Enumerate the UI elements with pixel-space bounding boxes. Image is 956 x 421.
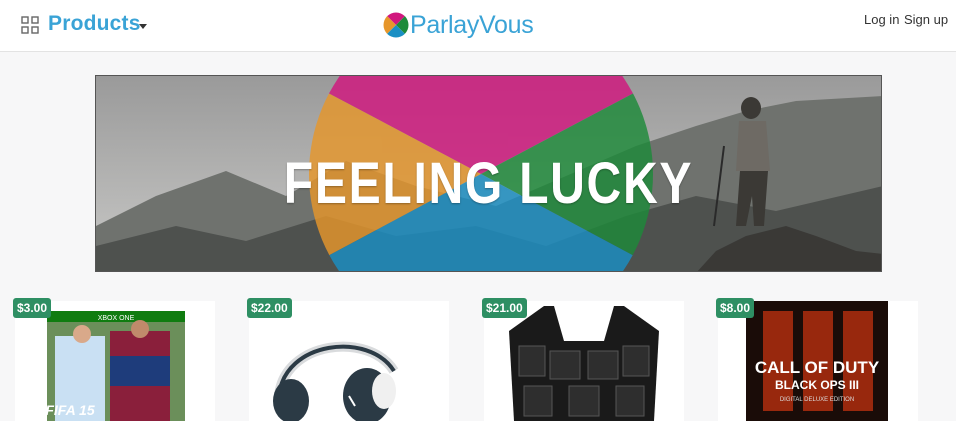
price-badge: $8.00 xyxy=(716,298,755,318)
brand-name[interactable]: ParlayVous xyxy=(410,11,534,40)
signup-link[interactable]: Sign up xyxy=(904,12,948,27)
svg-text:DIGITAL DELUXE EDITION: DIGITAL DELUXE EDITION xyxy=(780,397,854,403)
svg-text:XBOX ONE: XBOX ONE xyxy=(98,315,135,322)
haptic-vest-image xyxy=(509,306,659,421)
black-ops-3-cover-image: CALL OF DUTY BLACK OPS III DIGITAL DELUX… xyxy=(746,301,888,421)
chevron-down-icon[interactable] xyxy=(139,24,147,29)
svg-text:BLACK OPS III: BLACK OPS III xyxy=(775,378,859,392)
product-card[interactable]: CALL OF DUTY BLACK OPS III DIGITAL DELUX… xyxy=(716,298,918,421)
svg-text:CALL OF DUTY: CALL OF DUTY xyxy=(755,358,880,377)
parlayvous-logo-icon[interactable] xyxy=(383,12,409,38)
fifa-15-cover-image: XBOX ONE FIFA 15 xyxy=(45,311,185,421)
product-card[interactable]: $22.00 xyxy=(247,298,449,421)
price-badge: $3.00 xyxy=(13,298,52,318)
price-badge: $22.00 xyxy=(247,298,292,318)
product-card[interactable]: XBOX ONE FIFA 15 $3.00 xyxy=(13,298,215,421)
top-navigation-bar: Products ParlayVous Log in Sign up xyxy=(0,0,956,52)
feeling-lucky-banner[interactable]: FEELING LUCKY xyxy=(95,75,882,272)
login-link[interactable]: Log in xyxy=(864,12,899,27)
grid-menu-icon[interactable] xyxy=(21,16,39,34)
products-menu-button[interactable]: Products xyxy=(48,12,141,36)
svg-text:FIFA 15: FIFA 15 xyxy=(45,402,94,418)
product-card[interactable]: $21.00 xyxy=(482,298,684,421)
banner-headline: FEELING LUCKY xyxy=(283,151,694,216)
headphones-image xyxy=(273,341,399,421)
price-badge: $21.00 xyxy=(482,298,527,318)
